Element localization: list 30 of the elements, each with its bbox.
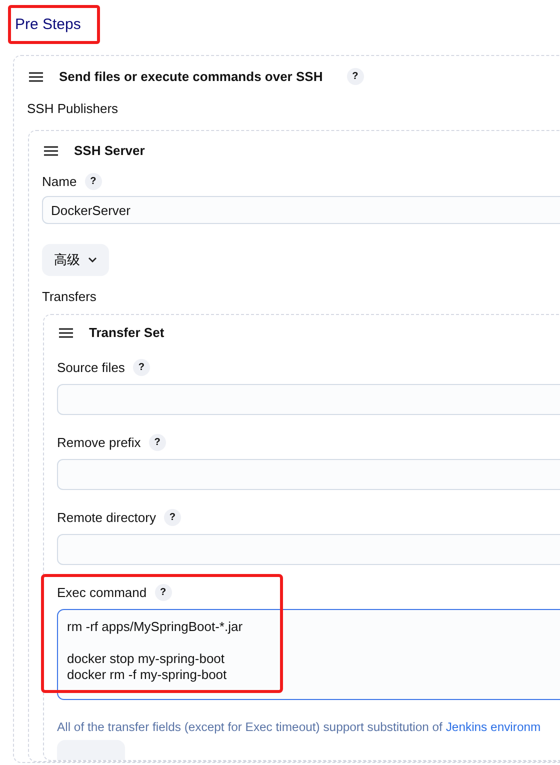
drag-handle-icon[interactable] [44, 146, 58, 156]
drag-handle-icon[interactable] [29, 72, 43, 82]
text-field[interactable] [57, 534, 560, 565]
advanced-button[interactable]: 高级 [42, 244, 109, 276]
partial-button[interactable] [57, 740, 125, 760]
field-label: Exec command [57, 585, 147, 600]
field-label: Remote directory [57, 510, 156, 525]
help-icon[interactable]: ? [154, 584, 172, 601]
exec-command-field[interactable]: rm -rf apps/MySpringBoot-*.jar docker stop my-spring-boot docker rm -f my-spring-boot [57, 609, 560, 700]
publishers-label: SSH Publishers [27, 101, 120, 116]
step-title: Send files or execute commands over SSH [59, 69, 323, 84]
transfers-label: Transfers [42, 289, 98, 304]
field-label: Name [42, 174, 77, 189]
server-title: SSH Server [74, 143, 145, 158]
help-note: All of the transfer fields (except for Exec timeout) support substitution of Jenkins environm [57, 720, 542, 734]
help-icon[interactable]: ? [164, 509, 181, 526]
text-field[interactable] [57, 384, 560, 415]
help-icon[interactable]: ? [84, 173, 102, 190]
section-title: Pre Steps [8, 5, 100, 44]
text-field[interactable] [57, 459, 560, 490]
field-label: Source files [57, 360, 125, 375]
transfer-set-title: Transfer Set [89, 325, 164, 340]
environment-link[interactable]: Jenkins environm [446, 720, 541, 734]
help-icon[interactable]: ? [132, 359, 150, 376]
help-icon[interactable]: ? [148, 434, 166, 451]
help-icon[interactable]: ? [346, 68, 364, 85]
chevron-down-icon [88, 257, 97, 263]
drag-handle-icon[interactable] [59, 328, 73, 338]
field-label: Remove prefix [57, 435, 141, 450]
name-field[interactable]: DockerServer [42, 196, 560, 224]
